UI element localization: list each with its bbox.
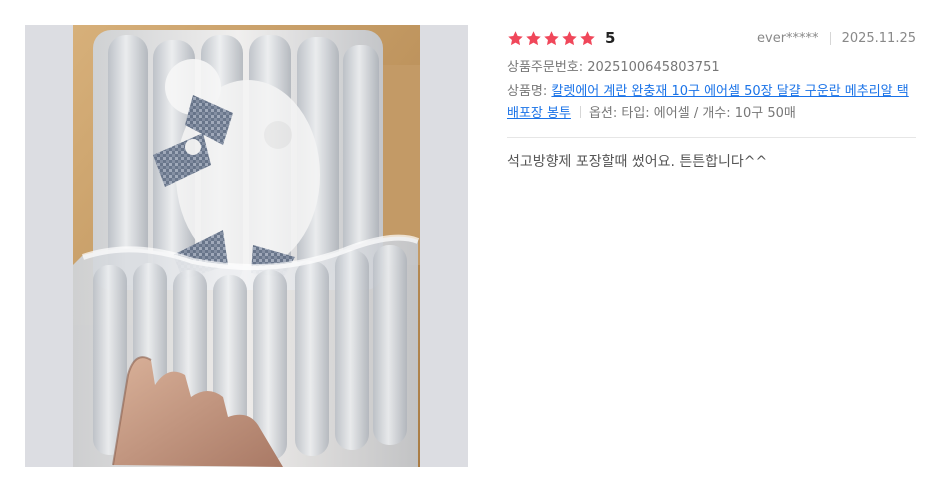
star-icon <box>561 30 578 47</box>
order-number-line: 상품주문번호: 2025100645803751 <box>507 58 916 78</box>
rating-score: 5 <box>605 29 616 47</box>
order-number-label: 상품주문번호: <box>507 60 584 75</box>
product-label: 상품명: <box>507 84 548 99</box>
option-divider <box>579 106 581 118</box>
order-number: 2025100645803751 <box>587 60 720 75</box>
photo-air-cushion-bear-image <box>73 25 420 467</box>
product-line: 상품명: 칼렛에어 계란 완충재 10구 에어셀 50장 달걀 구운란 메추리알… <box>507 81 916 125</box>
star-icon <box>507 30 524 47</box>
product-option: 옵션: 타입: 에어셀 / 개수: 10구 50매 <box>588 106 796 121</box>
review-meta: ever***** 2025.11.25 <box>757 31 916 46</box>
star-rating <box>507 30 596 47</box>
star-icon <box>579 30 596 47</box>
rating-row: 5 ever***** 2025.11.25 <box>507 26 916 50</box>
meta-divider <box>829 31 831 45</box>
star-icon <box>543 30 560 47</box>
content-divider <box>507 137 916 138</box>
review-date: 2025.11.25 <box>841 30 916 46</box>
review-photo-frame[interactable] <box>25 25 468 467</box>
review-body: 석고방향제 포장할때 썼어요. 튼튼합니다^^ <box>507 154 768 170</box>
star-icon <box>525 30 542 47</box>
review-photo[interactable] <box>73 25 420 467</box>
review-card: 5 ever***** 2025.11.25 상품주문번호: 202510064… <box>0 0 940 495</box>
review-content: 5 ever***** 2025.11.25 상품주문번호: 202510064… <box>507 26 916 172</box>
author-name: ever***** <box>757 30 819 46</box>
